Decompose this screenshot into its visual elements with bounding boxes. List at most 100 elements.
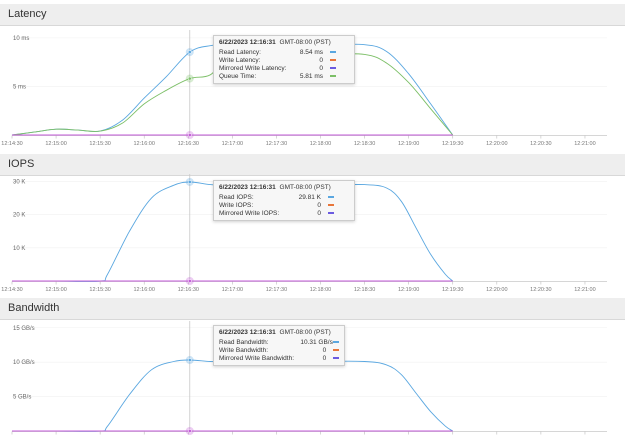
tooltip-row-value: 8.54 ms [299, 48, 323, 56]
x-tick-label: 12:14:30 [1, 287, 22, 293]
tooltip-row-label: Write IOPS: [219, 201, 254, 209]
y-tick-label: 10 ms [13, 36, 29, 42]
tooltip-row-label: Read IOPS: [219, 193, 254, 201]
tooltip-header: 6/22/2023 12:16:31 GMT-08:00 (PST) [219, 184, 349, 191]
iops-chart[interactable]: 30 K 20 K 10 K 12:14:30 12:15:00 12:15:30 12:1… [0, 154, 625, 298]
y-tick-label: 5 ms [13, 84, 26, 90]
tooltip-row-label: Mirrored Write Bandwidth: [219, 354, 295, 362]
x-tick-label: 12:18:30 [354, 141, 375, 147]
x-tick-label: 12:15:00 [45, 287, 66, 293]
hover-marker [187, 76, 192, 81]
latency-tooltip: 6/22/2023 12:16:31 GMT-08:00 (PST) Read L… [213, 35, 355, 84]
tooltip-series-swatch [330, 59, 336, 61]
x-tick-label: 12:18:00 [310, 287, 331, 293]
tooltip-row-label: Mirrored Write IOPS: [219, 209, 280, 217]
tooltip-series-swatch [328, 212, 334, 214]
tooltip-row: Read IOPS: 29.81 K [219, 193, 349, 201]
x-tick-label: 12:21:00 [574, 141, 595, 147]
series-line-read-bandwidth [12, 359, 453, 432]
hover-marker [187, 429, 192, 433]
x-tick-label: 12:15:30 [89, 141, 110, 147]
tooltip-timezone: GMT-08:00 (PST) [277, 39, 331, 46]
x-tick-label: 12:20:30 [530, 141, 551, 147]
tooltip-series-swatch [330, 51, 336, 53]
x-tick-label: 12:21:00 [574, 287, 595, 293]
iops-tooltip: 6/22/2023 12:16:31 GMT-08:00 (PST) Read I… [213, 180, 355, 221]
y-tick-label: 5 GB/s [13, 395, 31, 401]
tooltip-timestamp: 6/22/2023 12:16:31 [219, 39, 276, 46]
hover-marker [187, 279, 192, 283]
bandwidth-panel: Bandwidth 15 GB/s 10 GB/s 5 GB/s 6/22/2023… [0, 298, 625, 440]
hover-marker [187, 358, 192, 362]
tooltip-row-value: 0 [322, 346, 327, 354]
x-tick-label: 12:20:30 [530, 287, 551, 293]
tooltip-row: Write Latency: 0 [219, 56, 349, 64]
x-tick-label: 12:19:30 [442, 141, 463, 147]
bandwidth-chart[interactable]: 15 GB/s 10 GB/s 5 GB/s [0, 298, 625, 440]
y-tick-label: 15 GB/s [13, 326, 35, 332]
tooltip-row: Write Bandwidth: 0 [219, 346, 339, 354]
latency-panel: Latency 10 ms 5 ms 12:14:30 12:15:00 12:15:3… [0, 4, 625, 155]
x-tick-label: 12:16:00 [134, 141, 155, 147]
tooltip-row-label: Read Latency: [219, 48, 261, 56]
tooltip-header: 6/22/2023 12:16:31 GMT-08:00 (PST) [219, 39, 349, 46]
x-tick-label: 12:14:30 [1, 141, 22, 147]
x-tick-label: 12:20:00 [486, 287, 507, 293]
tooltip-timestamp: 6/22/2023 12:16:31 [219, 329, 276, 336]
tooltip-series-swatch [328, 204, 334, 206]
tooltip-row-value: 0 [317, 209, 321, 217]
y-tick-label: 20 K [13, 213, 25, 219]
tooltip-timezone: GMT-08:00 (PST) [277, 329, 331, 336]
tooltip-series-swatch [330, 67, 336, 69]
hover-marker [187, 180, 192, 184]
tooltip-row: Read Latency: 8.54 ms [219, 48, 349, 56]
tooltip-series-swatch [333, 349, 339, 351]
tooltip-header: 6/22/2023 12:16:31 GMT-08:00 (PST) [219, 329, 339, 336]
tooltip-series-swatch [333, 341, 339, 343]
tooltip-row-value: 0 [319, 56, 323, 64]
tooltip-row-value: 0 [319, 64, 323, 72]
x-tick-label: 12:16:30 [178, 287, 199, 293]
tooltip-row-label: Write Latency: [219, 56, 261, 64]
tooltip-row-value: 0 [317, 201, 321, 209]
x-tick-label: 12:18:30 [354, 287, 375, 293]
tooltip-series-swatch [333, 357, 339, 359]
tooltip-row-value: 0 [322, 354, 327, 362]
x-tick-label: 12:19:00 [398, 141, 419, 147]
tooltip-row-label: Queue Time: [219, 72, 257, 80]
tooltip-row-value: 5.81 ms [299, 72, 323, 80]
iops-panel: IOPS 30 K 20 K 10 K 12:14:30 12:15:00 12:15:3… [0, 154, 625, 298]
x-tick-label: 12:20:00 [486, 141, 507, 147]
x-tick-label: 12:19:00 [398, 287, 419, 293]
x-tick-label: 12:17:00 [222, 287, 243, 293]
y-tick-label: 30 K [13, 179, 25, 185]
tooltip-row-label: Mirrored Write Latency: [219, 64, 287, 72]
tooltip-row: Mirrored Write Latency: 0 [219, 64, 349, 72]
tooltip-row: Write IOPS: 0 [219, 201, 349, 209]
x-tick-label: 12:19:30 [442, 287, 463, 293]
x-tick-label: 12:17:30 [266, 287, 287, 293]
hover-marker [187, 50, 192, 54]
tooltip-row-value: 10.31 GB/s [300, 338, 333, 346]
tooltip-row: Mirrored Write IOPS: 0 [219, 209, 349, 217]
tooltip-row: Mirrored Write Bandwidth: 0 [219, 354, 339, 362]
y-tick-label: 10 GB/s [13, 360, 35, 366]
tooltip-timestamp: 6/22/2023 12:16:31 [219, 184, 276, 191]
x-tick-label: 12:17:00 [222, 141, 243, 147]
tooltip-timezone: GMT-08:00 (PST) [277, 184, 331, 191]
tooltip-row-value: 29.81 K [298, 193, 321, 201]
tooltip-row: Read Bandwidth: 10.31 GB/s [219, 338, 339, 346]
hover-marker [187, 133, 192, 137]
x-tick-label: 12:15:00 [45, 141, 66, 147]
tooltip-row-label: Read Bandwidth: [219, 338, 269, 346]
bandwidth-tooltip: 6/22/2023 12:16:31 GMT-08:00 (PST) Read B… [213, 325, 345, 366]
tooltip-row-label: Write Bandwidth: [219, 346, 269, 354]
y-tick-label: 10 K [13, 246, 25, 252]
x-tick-label: 12:18:00 [310, 141, 331, 147]
x-tick-label: 12:16:30 [178, 141, 199, 147]
tooltip-series-swatch [328, 196, 334, 198]
x-tick-label: 12:16:00 [134, 287, 155, 293]
x-tick-label: 12:17:30 [266, 141, 287, 147]
tooltip-series-swatch [330, 75, 336, 77]
x-tick-label: 12:15:30 [89, 287, 110, 293]
